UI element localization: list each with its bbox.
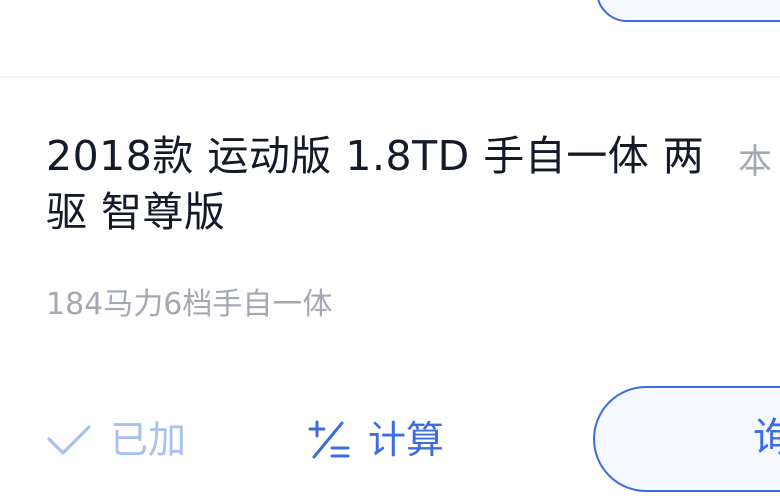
car-trim-card: 2018款 运动版 1.8TD 手自一体 两驱 智尊版 本 184马力6档手自一… — [0, 0, 780, 501]
plus-minus-icon — [308, 419, 350, 461]
trim-spec: 184马力6档手自一体 — [46, 287, 333, 322]
added-label: 已加 — [110, 418, 187, 462]
section-divider — [0, 76, 780, 78]
added-to-compare-button[interactable]: 已加 — [46, 412, 186, 468]
trim-title: 2018款 运动版 1.8TD 手自一体 两驱 智尊版 — [46, 132, 705, 236]
previous-inquiry-button[interactable] — [596, 0, 780, 22]
calculator-button[interactable]: 计算 — [308, 412, 444, 468]
inquiry-label: 询 — [753, 410, 780, 466]
side-price-label: 本 — [738, 142, 772, 182]
check-icon — [46, 423, 92, 457]
inquiry-button[interactable]: 询 — [593, 386, 780, 492]
calc-label: 计算 — [368, 418, 445, 462]
